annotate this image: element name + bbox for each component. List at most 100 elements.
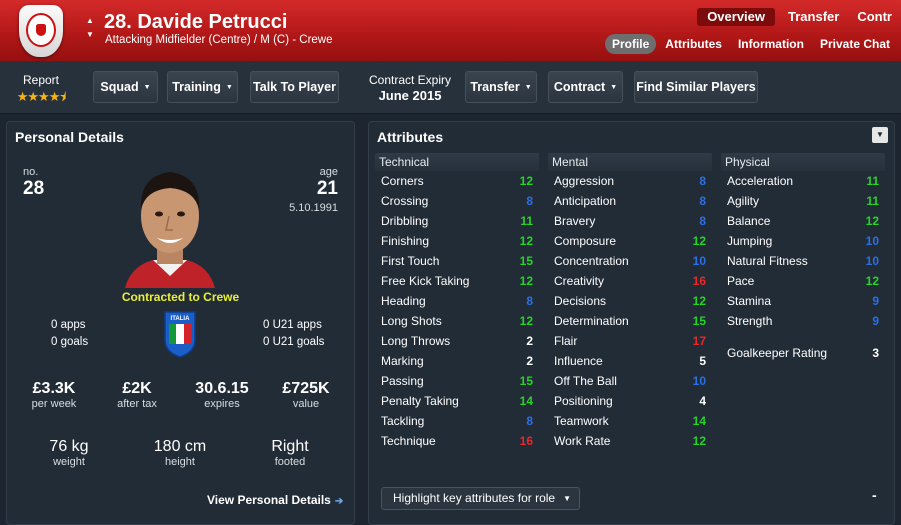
attribute-row[interactable]: Composure 12	[548, 231, 712, 251]
attribute-row[interactable]: Technique 16	[375, 431, 539, 451]
attribute-name: Concentration	[554, 254, 629, 268]
attribute-row[interactable]: Strength 9	[721, 311, 885, 331]
tab-overview[interactable]: Overview	[697, 8, 776, 26]
attribute-name: Strength	[727, 314, 773, 328]
attribute-value: 8	[526, 414, 533, 428]
attribute-row[interactable]: Positioning 4	[548, 391, 712, 411]
attribute-row[interactable]: Balance 12	[721, 211, 885, 231]
attribute-row[interactable]: Concentration 10	[548, 251, 712, 271]
attribute-row[interactable]: Decisions 12	[548, 291, 712, 311]
attribute-row[interactable]: Corners 12	[375, 171, 539, 191]
attribute-row[interactable]: Passing 15	[375, 371, 539, 391]
chevron-up-icon[interactable]: ▲	[84, 14, 96, 28]
attribute-row[interactable]: First Touch 15	[375, 251, 539, 271]
attribute-value: 2	[526, 354, 533, 368]
attribute-row[interactable]: Jumping 10	[721, 231, 885, 251]
attribute-row[interactable]: Influence 5	[548, 351, 712, 371]
attribute-row[interactable]: Finishing 12	[375, 231, 539, 251]
collapse-minus-icon[interactable]: -	[872, 487, 877, 503]
after-tax-label: after tax	[117, 398, 157, 410]
attribute-row[interactable]: Tackling 8	[375, 411, 539, 431]
club-badge-icon[interactable]	[19, 5, 63, 57]
attribute-name: Acceleration	[727, 174, 794, 188]
attribute-row[interactable]: Creativity 16	[548, 271, 712, 291]
contract-expiry: Contract Expiry June 2015	[362, 73, 458, 103]
chevron-down-icon[interactable]: ▼	[84, 28, 96, 42]
subtab-attributes[interactable]: Attributes	[658, 34, 729, 54]
caret-down-icon: ▼	[524, 84, 532, 91]
contract-expiry-label: Contract Expiry	[368, 73, 452, 87]
squad-number-value: 28	[23, 178, 45, 199]
attribute-row[interactable]: Dribbling 11	[375, 211, 539, 231]
wage-value: £3.3K	[32, 380, 76, 397]
squad-button[interactable]: Squad ▼	[93, 71, 158, 103]
arrow-right-icon: ➔	[334, 496, 344, 507]
attribute-name: Decisions	[554, 294, 607, 308]
contract-button[interactable]: Contract ▼	[548, 71, 623, 103]
attribute-row[interactable]: Bravery 8	[548, 211, 712, 231]
preferred-foot: Right footed	[263, 438, 317, 468]
attribute-row[interactable]: Aggression 8	[548, 171, 712, 191]
attribute-row[interactable]: Anticipation 8	[548, 191, 712, 211]
attribute-row[interactable]: Free Kick Taking 12	[375, 271, 539, 291]
attribute-name: Tackling	[381, 414, 425, 428]
attribute-row[interactable]: Stamina 9	[721, 291, 885, 311]
attribute-row[interactable]: Crossing 8	[375, 191, 539, 211]
attribute-row[interactable]: Agility 11	[721, 191, 885, 211]
attribute-row[interactable]: Determination 15	[548, 311, 712, 331]
weight-value: 76 kg	[49, 438, 89, 455]
attribute-row[interactable]: Marking 2	[375, 351, 539, 371]
after-tax: £2K after tax	[109, 380, 165, 410]
attribute-row[interactable]: Teamwork 14	[548, 411, 712, 431]
personal-details-title: Personal Details	[15, 129, 124, 145]
tab-contract[interactable]: Contr	[848, 8, 901, 26]
tab-transfer[interactable]: Transfer	[779, 8, 848, 26]
subtab-information[interactable]: Information	[731, 34, 811, 54]
attribute-row[interactable]: Work Rate 12	[548, 431, 712, 451]
attribute-row[interactable]: Off The Ball 10	[548, 371, 712, 391]
attribute-value: 14	[519, 394, 533, 408]
dropdown-menu-icon[interactable]: ▼	[872, 127, 888, 143]
view-personal-details-link[interactable]: View Personal Details ➔	[207, 493, 343, 507]
attribute-value: 10	[865, 234, 879, 248]
caret-down-icon: ▼	[610, 84, 618, 91]
transfer-button[interactable]: Transfer ▼	[465, 71, 537, 103]
top-tabs: Overview Transfer Contr	[697, 8, 901, 26]
attribute-name: Natural Fitness	[727, 254, 808, 268]
attribute-value: 11	[520, 214, 533, 228]
attribute-name: Pace	[727, 274, 755, 288]
attribute-value: 16	[519, 434, 533, 448]
report[interactable]: Report ★★★★⯨	[8, 73, 74, 110]
toolbar: Report ★★★★⯨ Squad ▼ Training ▼ Talk To Pl…	[0, 61, 901, 114]
player-photo	[125, 172, 215, 288]
attribute-value: 12	[865, 274, 879, 288]
subtab-profile[interactable]: Profile	[604, 34, 657, 54]
attribute-row[interactable]: Natural Fitness 10	[721, 251, 885, 271]
contracted-to: Contracted to Crewe	[121, 290, 240, 304]
attribute-name: Passing	[381, 374, 424, 388]
attribute-value: 10	[692, 254, 706, 268]
attribute-value: 15	[519, 254, 533, 268]
attribute-row[interactable]: Acceleration 11	[721, 171, 885, 191]
personal-details-panel: Personal Details no. 28 age 21 5.10.1991…	[6, 121, 355, 525]
attribute-row[interactable]: Pace 12	[721, 271, 885, 291]
highlight-role-select[interactable]: Highlight key attributes for role ▼	[381, 487, 580, 510]
find-similar-players-button[interactable]: Find Similar Players	[634, 71, 758, 103]
attribute-name: Influence	[554, 354, 603, 368]
sub-tabs: Profile Attributes Information Private C…	[603, 34, 897, 54]
squad-number: no. 28	[23, 166, 44, 200]
attribute-row[interactable]: Penalty Taking 14	[375, 391, 539, 411]
caret-down-icon: ▼	[563, 494, 571, 503]
attribute-name: Penalty Taking	[381, 394, 459, 408]
player-header: ▲ ▼ 28. Davide Petrucci Attacking Midfie…	[0, 0, 901, 61]
attribute-row[interactable]: Flair 17	[548, 331, 712, 351]
talk-to-player-button[interactable]: Talk To Player	[250, 71, 339, 103]
attribute-column-technical: Technical Corners 12 Crossing 8 Dribbling 11 Fi…	[375, 153, 539, 451]
subtab-private-chat[interactable]: Private Chat	[813, 34, 897, 54]
attribute-row[interactable]: Long Shots 12	[375, 311, 539, 331]
training-button[interactable]: Training ▼	[167, 71, 238, 103]
attribute-row[interactable]: Heading 8	[375, 291, 539, 311]
player-nav-arrows[interactable]: ▲ ▼	[84, 14, 96, 42]
attribute-row[interactable]: Long Throws 2	[375, 331, 539, 351]
attribute-heading: Physical	[721, 153, 885, 171]
